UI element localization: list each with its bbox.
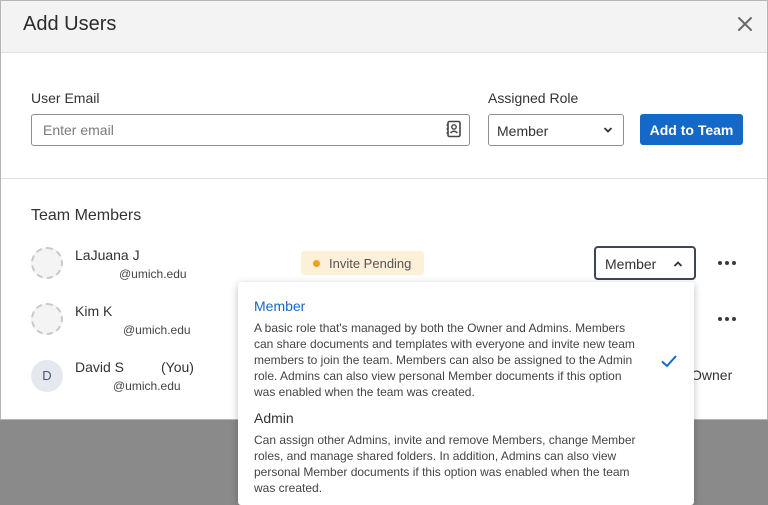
member-email: @umich.edu: [119, 267, 187, 281]
role-option-admin[interactable]: Admin Can assign other Admins, invite an…: [238, 410, 694, 496]
avatar: [31, 303, 63, 335]
add-to-team-button[interactable]: Add to Team: [640, 114, 743, 145]
modal-title: Add Users: [23, 13, 117, 35]
role-select[interactable]: Member: [488, 114, 624, 146]
member-name: LaJuana J: [75, 247, 140, 263]
avatar: [31, 247, 63, 279]
checkmark-icon: [661, 355, 677, 368]
owner-role-label: Owner: [691, 367, 733, 383]
team-members-heading: Team Members: [31, 207, 142, 224]
member-role-value: Member: [605, 256, 657, 272]
modal-header: Add Users: [1, 1, 767, 53]
pending-dot-icon: [313, 260, 320, 267]
status-badge-label: Invite Pending: [329, 256, 412, 271]
member-email: @umich.edu: [113, 379, 181, 393]
member-name: Kim K: [75, 303, 113, 319]
section-divider: [1, 178, 767, 179]
more-options-icon[interactable]: [715, 311, 739, 327]
close-icon[interactable]: [735, 14, 755, 34]
role-option-member[interactable]: Member A basic role that's managed by bo…: [238, 298, 694, 400]
assigned-role-label: Assigned Role: [488, 90, 579, 106]
role-dropdown-menu: Member A basic role that's managed by bo…: [238, 282, 694, 505]
avatar: D: [31, 360, 63, 392]
address-book-icon[interactable]: [445, 120, 463, 138]
chevron-down-icon: [603, 127, 613, 133]
member-name: David S: [75, 359, 125, 375]
chevron-up-icon: [673, 261, 683, 267]
member-role-dropdown[interactable]: Member: [594, 246, 696, 280]
email-field[interactable]: [31, 114, 470, 146]
more-options-icon[interactable]: [715, 255, 739, 271]
you-tag: (You): [161, 359, 194, 375]
role-option-description: A basic role that's managed by both the …: [254, 321, 635, 399]
status-badge: Invite Pending: [301, 251, 424, 275]
user-email-label: User Email: [31, 90, 100, 106]
role-option-title: Member: [254, 298, 306, 314]
role-option-title: Admin: [254, 410, 294, 426]
role-select-value: Member: [497, 123, 549, 139]
member-email: @umich.edu: [123, 323, 191, 337]
role-option-description: Can assign other Admins, invite and remo…: [254, 433, 636, 495]
